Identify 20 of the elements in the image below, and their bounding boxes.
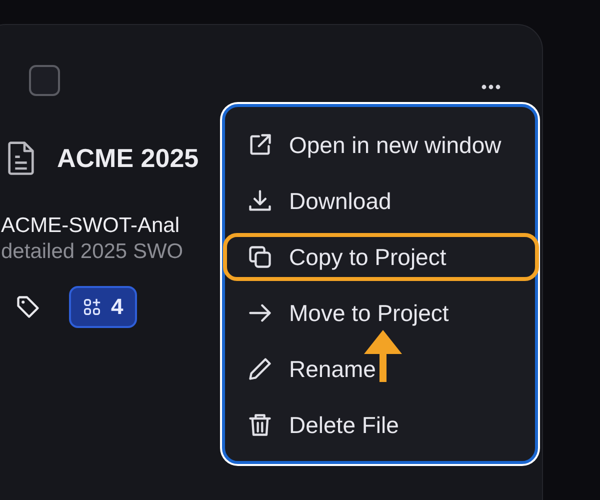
menu-item[interactable]: Copy to Project	[223, 233, 539, 281]
menu-item[interactable]: Delete File	[223, 401, 537, 449]
checkbox[interactable]	[29, 65, 60, 96]
download-icon	[247, 188, 273, 214]
file-description: detailed 2025 SWO	[1, 240, 184, 264]
document-icon	[7, 140, 35, 176]
file-name: ACME-SWOT-Anal	[1, 214, 180, 238]
file-title: ACME 2025	[57, 142, 199, 174]
more-icon[interactable]	[480, 84, 502, 90]
apps-add-icon	[83, 298, 101, 316]
badge-count: 4	[111, 294, 124, 320]
apps-badge[interactable]: 4	[69, 286, 138, 328]
menu-item[interactable]: Open in new window	[223, 121, 537, 169]
trash-icon	[247, 412, 273, 438]
menu-item[interactable]: Rename	[223, 345, 537, 393]
copy-icon	[247, 244, 273, 270]
pencil-icon	[247, 356, 273, 382]
menu-item[interactable]: Move to Project	[223, 289, 537, 337]
menu-item[interactable]: Download	[223, 177, 537, 225]
tag-icon[interactable]	[15, 294, 41, 320]
